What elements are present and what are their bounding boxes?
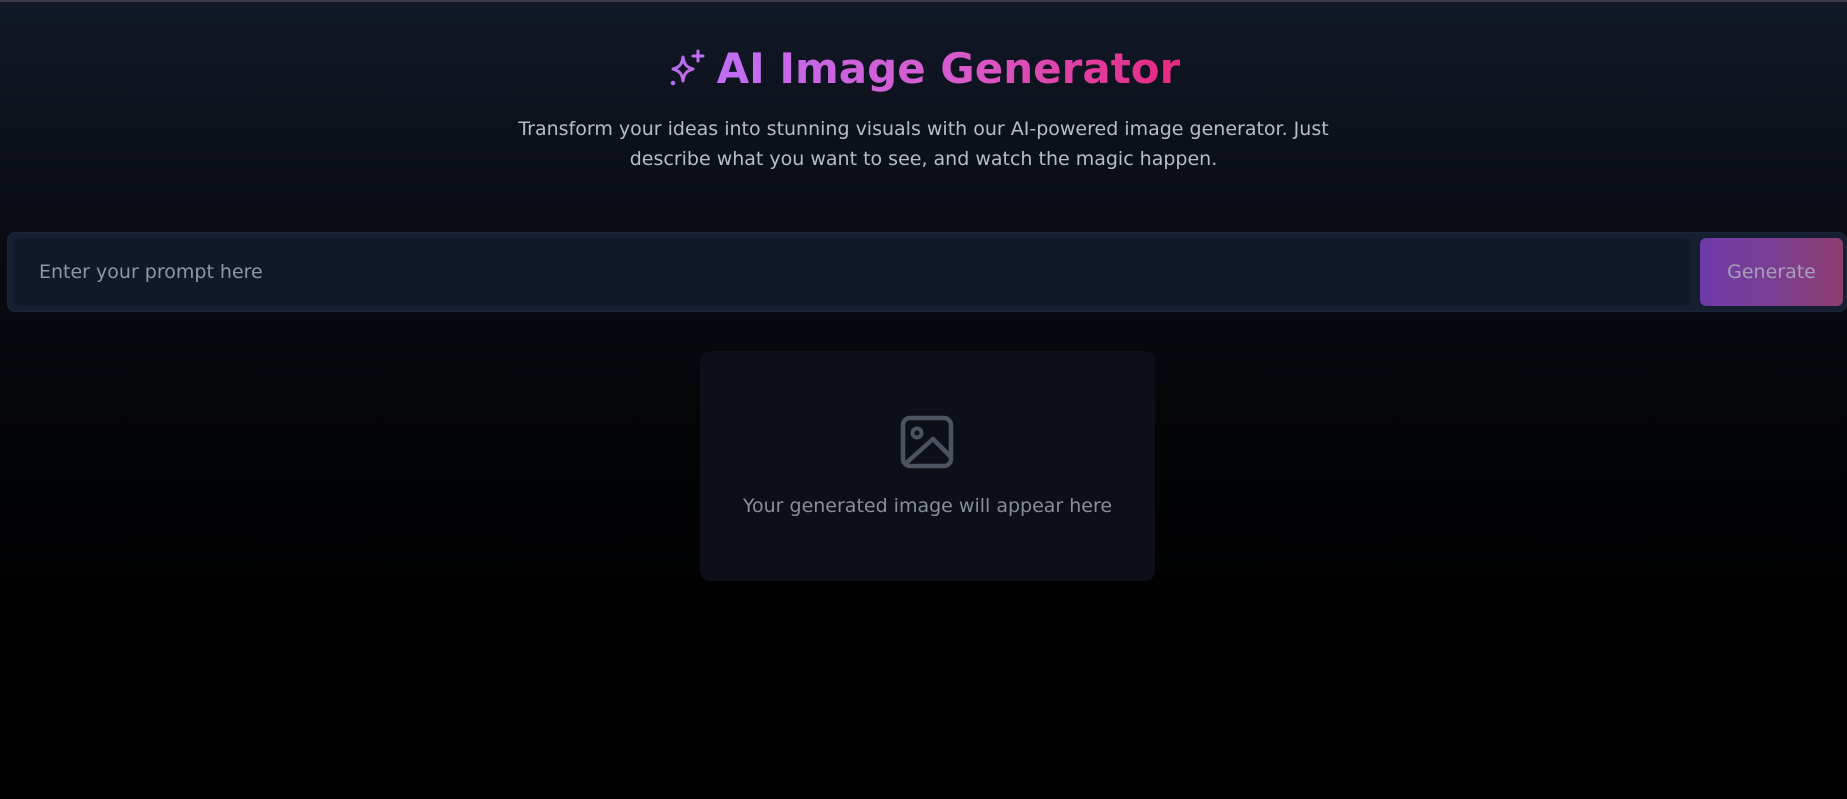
prompt-input[interactable] (13, 238, 1690, 306)
image-icon (900, 415, 954, 469)
generate-button[interactable]: Generate (1700, 238, 1843, 306)
window-top-border (0, 0, 1847, 2)
image-preview-placeholder: Your generated image will appear here (700, 351, 1155, 581)
preview-empty-text: Your generated image will appear here (742, 495, 1113, 517)
page-header: AI Image Generator Transform your ideas … (0, 42, 1847, 174)
sparkles-icon (667, 49, 707, 89)
title-row: AI Image Generator (667, 42, 1181, 96)
page-title: AI Image Generator (717, 42, 1181, 96)
prompt-bar: Generate (7, 232, 1847, 312)
page-subtitle: Transform your ideas into stunning visua… (518, 118, 1329, 170)
